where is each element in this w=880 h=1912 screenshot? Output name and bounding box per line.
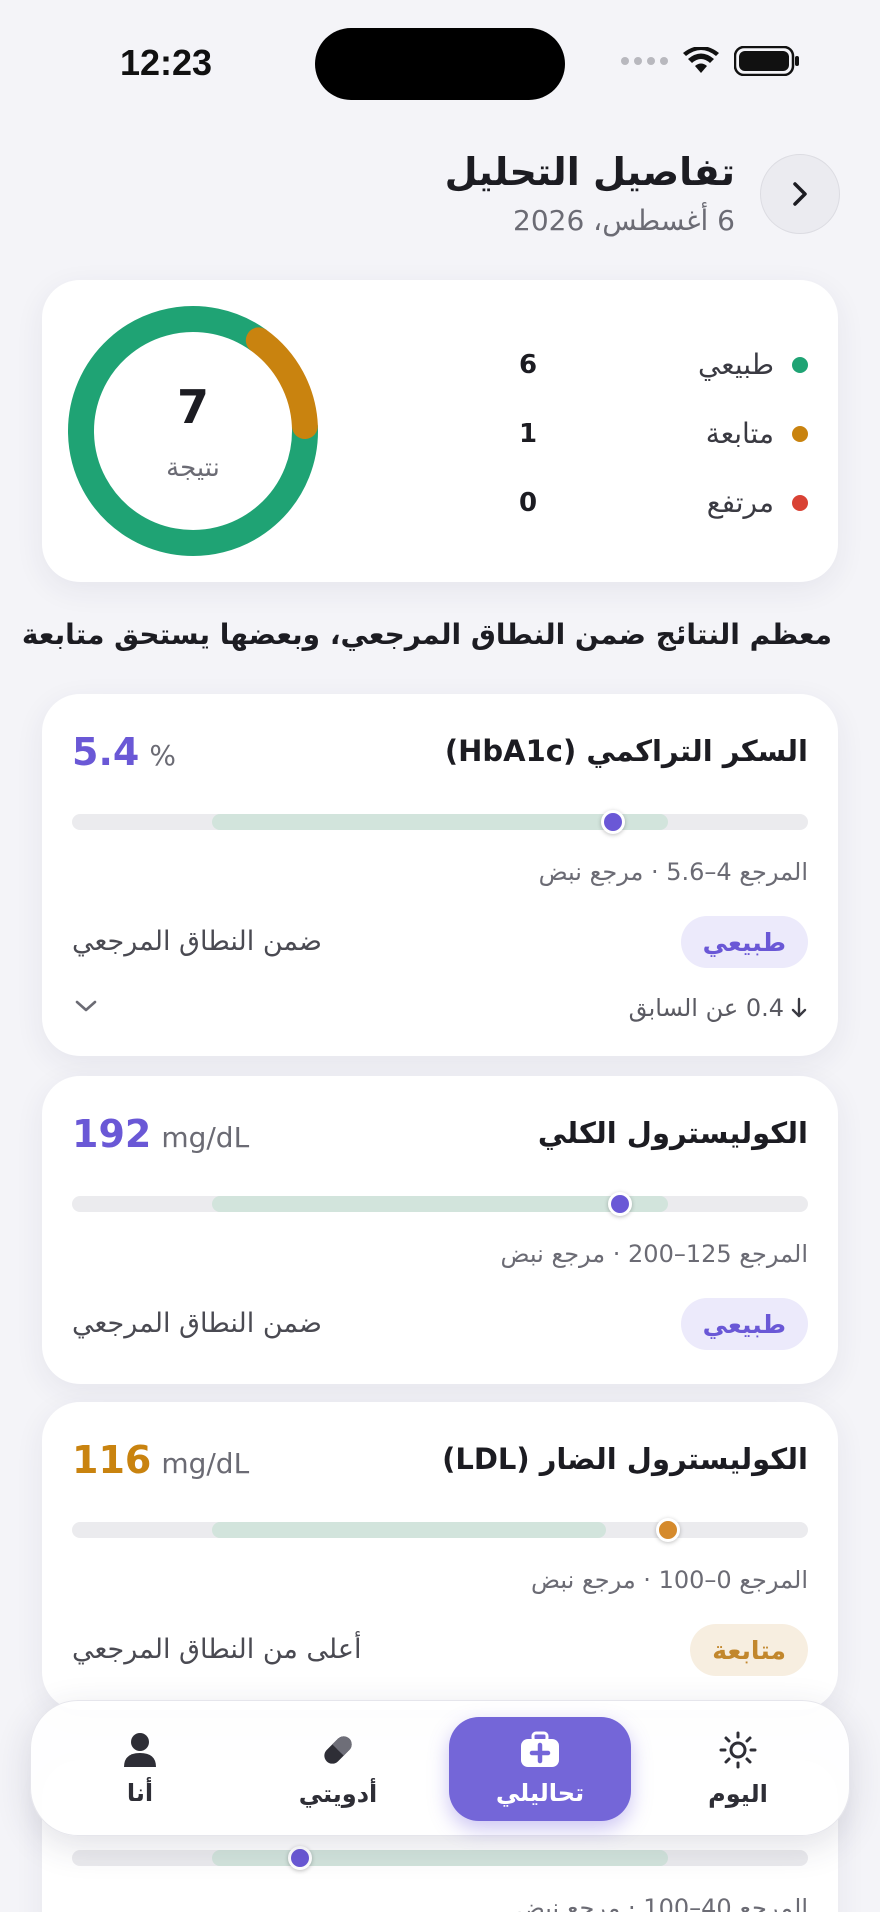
legend-count: 1 [518, 418, 538, 449]
tab-today[interactable]: اليوم [647, 1717, 829, 1821]
legend-count: 6 [518, 349, 538, 380]
reference-range-bar [211, 1522, 606, 1538]
legend-item-normal: طبيعي 6 [508, 330, 808, 399]
pill-icon [324, 1736, 352, 1764]
status-legend: طبيعي 6 متابعة 1 مرتفع 0 [508, 330, 808, 537]
result-value: 116 mg/dL [72, 1438, 249, 1482]
results-total: 7 [176, 380, 209, 434]
arrow-down-icon [791, 997, 807, 1018]
reference-range-bar [211, 1196, 669, 1212]
insight-text: معظم النتائج ضمن النطاق المرجعي، وبعضها … [21, 618, 832, 651]
result-number: 116 [72, 1438, 152, 1482]
results-total-label: نتيجة [166, 453, 220, 483]
change-text: 0.4 عن السابق [628, 994, 784, 1022]
result-number: 5.4 [72, 730, 140, 774]
result-card-hba1c[interactable]: السكر التراكمي (HbA1c) 5.4 % المرجع 4–5.… [42, 694, 838, 1056]
reference-range-text: المرجع 0–100 · مرجع نبض [531, 1566, 808, 1594]
header: تفاصيل التحليل 6 أغسطس، 2026 [40, 150, 840, 240]
tab-my-meds[interactable]: أدويتي [247, 1717, 429, 1821]
value-marker [600, 810, 625, 834]
back-button[interactable] [760, 154, 840, 234]
result-value: 5.4 % [72, 730, 176, 774]
result-number: 192 [72, 1112, 152, 1156]
page-date: 6 أغسطس، 2026 [513, 204, 735, 237]
value-marker [608, 1192, 633, 1216]
value-marker [288, 1846, 313, 1870]
reference-range-text: المرجع 40–100 · مرجع نبض [515, 1894, 808, 1912]
range-track [72, 810, 808, 834]
signal-icon [621, 57, 668, 65]
result-value: 192 mg/dL [72, 1112, 249, 1156]
status-badge: متابعة [690, 1624, 808, 1676]
change-indicator: 0.4 عن السابق [629, 994, 808, 1022]
legend-dot-high [792, 494, 808, 511]
range-track [72, 1846, 808, 1870]
reference-range-bar [211, 1850, 669, 1866]
legend-item-high: مرتفع 0 [508, 468, 808, 537]
status-description: أعلى من النطاق المرجعي [72, 1634, 362, 1665]
legend-dot-followup [792, 425, 808, 442]
reference-range-bar [211, 814, 669, 830]
range-track [72, 1518, 808, 1542]
tab-me[interactable]: أنا [49, 1717, 231, 1821]
expand-button[interactable] [72, 992, 100, 1020]
legend-count: 0 [518, 487, 538, 518]
status-description: ضمن النطاق المرجعي [72, 926, 322, 957]
result-unit: % [149, 739, 176, 772]
tab-label: أدويتي [298, 1780, 378, 1808]
dynamic-island [315, 28, 565, 100]
summary-card: 7 نتيجة طبيعي 6 متابعة 1 مرتفع 0 [42, 280, 838, 582]
tab-bar: اليوم تحاليلي أدويتي أنا [30, 1700, 850, 1836]
result-card-ldl[interactable]: الكوليسترول الضار (LDL) 116 mg/dL المرجع… [42, 1402, 838, 1710]
medical-kit-icon [521, 1731, 559, 1767]
value-marker [656, 1518, 681, 1542]
status-description: ضمن النطاق المرجعي [72, 1308, 322, 1339]
chevron-right-icon [793, 182, 807, 206]
chevron-down-icon [75, 1000, 97, 1012]
wifi-icon [683, 47, 719, 73]
result-unit: mg/dL [161, 1447, 250, 1480]
result-name: الكوليسترول الكلي [537, 1116, 808, 1150]
status-time: 12:23 [120, 42, 213, 83]
result-card-total-cholesterol[interactable]: الكوليسترول الكلي 192 mg/dL المرجع 125–2… [42, 1076, 838, 1384]
reference-range-text: المرجع 4–5.6 · مرجع نبض [538, 858, 808, 886]
tab-my-tests[interactable]: تحاليلي [449, 1717, 631, 1821]
page-title: تفاصيل التحليل [444, 150, 735, 194]
tab-label: تحاليلي [495, 1779, 585, 1807]
sun-icon [719, 1731, 757, 1769]
result-unit: mg/dL [161, 1121, 250, 1154]
battery-icon [734, 46, 799, 76]
status-badge: طبيعي [680, 1298, 808, 1350]
result-name: السكر التراكمي (HbA1c) [444, 734, 808, 768]
legend-item-followup: متابعة 1 [508, 399, 808, 468]
legend-dot-normal [792, 356, 808, 373]
status-bar: 12:23 [0, 0, 880, 120]
tab-label: اليوم [708, 1780, 768, 1808]
range-track [72, 1192, 808, 1216]
status-icons [621, 46, 800, 76]
tab-label: أنا [126, 1779, 154, 1807]
person-icon [124, 1733, 156, 1767]
status-badge: طبيعي [680, 916, 808, 968]
result-name: الكوليسترول الضار (LDL) [442, 1442, 808, 1476]
reference-range-text: المرجع 125–200 · مرجع نبض [500, 1240, 808, 1268]
